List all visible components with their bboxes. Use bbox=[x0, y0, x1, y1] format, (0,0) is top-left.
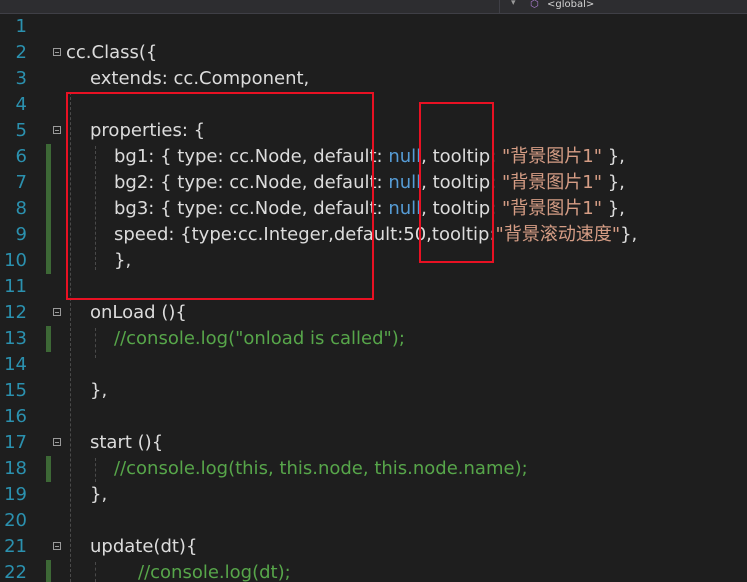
fold-collapse-icon[interactable] bbox=[53, 542, 61, 550]
fold-collapse-icon[interactable] bbox=[53, 48, 61, 56]
string-literal: "背景图片1" bbox=[501, 146, 602, 167]
line-number: 8 bbox=[15, 198, 27, 219]
code-text: start (){ bbox=[90, 432, 164, 453]
code-segment: }, bbox=[601, 172, 625, 193]
code-line[interactable]: 22 //console.log(dt); bbox=[0, 560, 747, 582]
code-line[interactable]: 1 bbox=[0, 14, 747, 40]
code-text: extends: cc.Component, bbox=[90, 68, 310, 89]
line-number: 13 bbox=[4, 328, 27, 349]
annotation-box-tooltip bbox=[419, 102, 494, 263]
keyword-null: null bbox=[388, 172, 422, 193]
code-line[interactable]: 15 }, bbox=[0, 378, 747, 404]
line-number: 11 bbox=[4, 276, 27, 297]
code-line[interactable]: 13 //console.log("onload is called"); bbox=[0, 326, 747, 352]
line-number: 14 bbox=[4, 354, 27, 375]
code-line[interactable]: 12 onLoad (){ bbox=[0, 300, 747, 326]
global-scope-icon: ⬡ bbox=[530, 0, 539, 10]
fold-collapse-icon[interactable] bbox=[53, 308, 61, 316]
code-text: cc.Class({ bbox=[66, 42, 158, 63]
string-literal: "背景图片1" bbox=[501, 172, 602, 193]
code-line[interactable]: 16 bbox=[0, 404, 747, 430]
line-number: 6 bbox=[15, 146, 27, 167]
code-segment: }, bbox=[601, 146, 625, 167]
line-number: 19 bbox=[4, 484, 27, 505]
line-number: 15 bbox=[4, 380, 27, 401]
code-text: onLoad (){ bbox=[90, 302, 187, 323]
line-number: 1 bbox=[15, 16, 27, 37]
line-number: 18 bbox=[4, 458, 27, 479]
code-segment: }, bbox=[620, 224, 638, 245]
code-line[interactable]: 20 bbox=[0, 508, 747, 534]
annotation-box-properties bbox=[66, 92, 374, 300]
line-number: 7 bbox=[15, 172, 27, 193]
line-number: 17 bbox=[4, 432, 27, 453]
editor-navigation-bar: ▾ ⬡ <global> bbox=[0, 0, 747, 14]
line-number: 2 bbox=[15, 42, 27, 63]
code-line[interactable]: 18 //console.log(this, this.node, this.n… bbox=[0, 456, 747, 482]
code-line[interactable]: 3 extends: cc.Component, bbox=[0, 66, 747, 92]
line-number: 12 bbox=[4, 302, 27, 323]
code-text: }, bbox=[90, 380, 108, 401]
line-number: 16 bbox=[4, 406, 27, 427]
code-line[interactable]: 17 start (){ bbox=[0, 430, 747, 456]
line-number: 4 bbox=[15, 94, 27, 115]
fold-collapse-icon[interactable] bbox=[53, 438, 61, 446]
line-number: 21 bbox=[4, 536, 27, 557]
chevron-down-icon[interactable]: ▾ bbox=[511, 0, 516, 8]
comment-text: //console.log("onload is called"); bbox=[114, 328, 405, 349]
scope-dropdown[interactable]: <global> bbox=[547, 0, 594, 10]
navigation-bar-divider bbox=[499, 0, 500, 13]
line-number: 20 bbox=[4, 510, 27, 531]
keyword-null: null bbox=[388, 146, 422, 167]
line-number: 10 bbox=[4, 250, 27, 271]
code-segment: }, bbox=[601, 198, 625, 219]
string-literal: "背景图片1" bbox=[501, 198, 602, 219]
code-text: }, bbox=[90, 484, 108, 505]
code-line[interactable]: 2 cc.Class({ bbox=[0, 40, 747, 66]
code-line[interactable]: 21 update(dt){ bbox=[0, 534, 747, 560]
code-line[interactable]: 19 }, bbox=[0, 482, 747, 508]
comment-text: //console.log(this, this.node, this.node… bbox=[114, 458, 528, 479]
line-number: 3 bbox=[15, 68, 27, 89]
fold-collapse-icon[interactable] bbox=[53, 126, 61, 134]
comment-text: //console.log(dt); bbox=[138, 562, 291, 582]
code-line[interactable]: 14 bbox=[0, 352, 747, 378]
line-number: 5 bbox=[15, 120, 27, 141]
string-literal: "背景滚动速度" bbox=[495, 224, 621, 245]
code-text: update(dt){ bbox=[90, 536, 198, 557]
line-number: 22 bbox=[4, 562, 27, 582]
keyword-null: null bbox=[388, 198, 422, 219]
line-number: 9 bbox=[15, 224, 27, 245]
